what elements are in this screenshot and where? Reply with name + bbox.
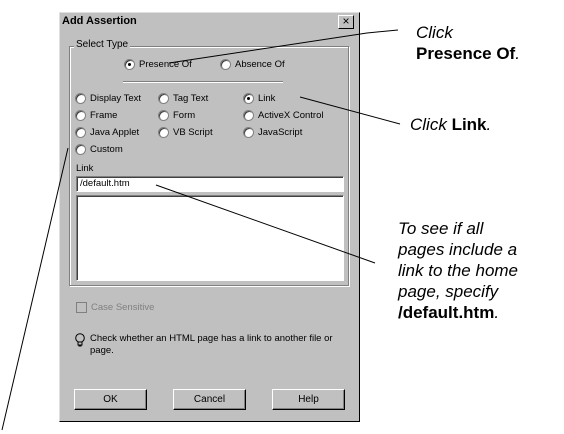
callout-link-text: Click [410, 115, 452, 134]
callout-link-emphasis: Link [451, 115, 487, 134]
callout-link: Click Link. [410, 114, 491, 135]
callout-presence-period: . [515, 44, 520, 63]
callout-home-period: . [494, 303, 500, 322]
callout-line-link [299, 96, 401, 125]
callout-presence-line1: Click [416, 23, 453, 42]
callout-home-emphasis: /default.htm [398, 303, 495, 322]
callout-home-line2: pages include a [398, 240, 518, 259]
callout-lines [1, 29, 401, 431]
callout-home-line4: page, specify [398, 282, 499, 301]
callout-home-line5: /default.htm. [398, 302, 562, 323]
callout-line-presence [168, 29, 399, 64]
callout-home-page: To see if all pages include a link to th… [398, 218, 562, 323]
callout-home-line3: link to the home [398, 261, 519, 280]
callout-presence: Click Presence Of. [416, 22, 520, 64]
callout-presence-line2: Presence Of. [416, 43, 520, 64]
callout-link-period: . [486, 115, 492, 134]
callout-line-default [155, 184, 376, 264]
callout-line-left [1, 147, 69, 431]
callout-home-line1: To see if all [398, 219, 484, 238]
callout-presence-emphasis: Presence Of [416, 44, 516, 63]
